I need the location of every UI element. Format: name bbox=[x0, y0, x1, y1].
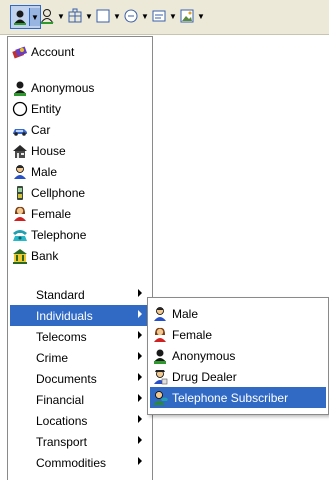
menu-category-commodities[interactable]: Commodities bbox=[10, 452, 150, 473]
building-icon bbox=[66, 7, 84, 25]
menu-item-account[interactable]: Account bbox=[10, 41, 150, 62]
submenu-arrow-icon bbox=[138, 331, 142, 339]
menu-item-label: Cellphone bbox=[31, 185, 86, 200]
menu-item-house[interactable]: House bbox=[10, 140, 150, 161]
menu-category-label: Locations bbox=[36, 413, 88, 428]
menu-item-label: Female bbox=[31, 206, 72, 221]
menu-category-individuals[interactable]: Individuals bbox=[10, 305, 150, 326]
menu-item-label: Entity bbox=[31, 101, 62, 116]
submenu-item-label: Female bbox=[172, 327, 213, 342]
add-rectangle-button[interactable]: ▼ bbox=[94, 5, 122, 27]
menu-item-car[interactable]: Car bbox=[10, 119, 150, 140]
car-icon bbox=[11, 121, 29, 139]
menu-item-label: Male bbox=[31, 164, 58, 179]
menu-item-label: Telephone bbox=[31, 227, 87, 242]
anonymous-person-icon bbox=[11, 79, 29, 97]
telephone-subscriber-icon bbox=[151, 389, 169, 407]
add-person-outline-button[interactable]: ▼ bbox=[38, 5, 66, 27]
submenu-arrow-icon bbox=[138, 373, 142, 381]
menu-item-cellphone[interactable]: Cellphone bbox=[10, 182, 150, 203]
submenu-arrow-icon bbox=[138, 352, 142, 360]
male-person-icon bbox=[151, 305, 169, 323]
cellphone-icon bbox=[11, 184, 29, 202]
submenu-item-male[interactable]: Male bbox=[150, 303, 326, 324]
menu-item-entity[interactable]: Entity bbox=[10, 98, 150, 119]
menu-category-telecoms[interactable]: Telecoms bbox=[10, 326, 150, 347]
account-icon bbox=[11, 43, 29, 61]
drug-dealer-icon bbox=[151, 368, 169, 386]
dropdown-arrow-icon[interactable]: ▼ bbox=[112, 7, 122, 25]
dropdown-arrow-icon[interactable]: ▼ bbox=[84, 7, 94, 25]
menu-category-documents[interactable]: Documents bbox=[10, 368, 150, 389]
submenu-item-label: Anonymous bbox=[172, 348, 236, 363]
individuals-submenu: Male Female Anonymous Drug Dealer Teleph… bbox=[147, 297, 329, 415]
submenu-item-telephone-subscriber[interactable]: Telephone Subscriber bbox=[150, 387, 326, 408]
add-circle-button[interactable]: ▼ bbox=[122, 5, 150, 27]
dropdown-arrow-icon[interactable]: ▼ bbox=[56, 7, 66, 25]
submenu-item-drug-dealer[interactable]: Drug Dealer bbox=[150, 366, 326, 387]
circle-icon bbox=[122, 7, 140, 25]
menu-item-label: Car bbox=[31, 122, 51, 137]
female-person-icon bbox=[151, 326, 169, 344]
menu-item-anonymous[interactable]: Anonymous bbox=[10, 77, 150, 98]
menu-category-standard[interactable]: Standard bbox=[10, 284, 150, 305]
menu-item-label: Bank bbox=[31, 248, 59, 263]
submenu-arrow-icon bbox=[138, 289, 142, 297]
add-image-button[interactable]: ▼ bbox=[178, 5, 206, 27]
menu-category-transport[interactable]: Transport bbox=[10, 431, 150, 452]
add-building-button[interactable]: ▼ bbox=[66, 5, 94, 27]
add-person-dropdown-button[interactable]: ▼ bbox=[10, 5, 41, 29]
menu-category-label: Financial bbox=[36, 392, 85, 407]
anonymous-person-icon bbox=[151, 347, 169, 365]
menu-category-label: Transport bbox=[36, 434, 87, 449]
menu-category-financial[interactable]: Financial bbox=[10, 389, 150, 410]
submenu-item-anonymous[interactable]: Anonymous bbox=[150, 345, 326, 366]
menu-category-label: Individuals bbox=[36, 308, 93, 323]
menu-item-male[interactable]: Male bbox=[10, 161, 150, 182]
menu-item-label: Account bbox=[31, 44, 75, 59]
person-outline-icon bbox=[38, 7, 56, 25]
rectangle-icon bbox=[94, 7, 112, 25]
submenu-item-label: Telephone Subscriber bbox=[172, 390, 289, 405]
person-icon bbox=[11, 8, 29, 26]
menu-category-label: Telecoms bbox=[36, 329, 87, 344]
document-icon bbox=[150, 7, 168, 25]
submenu-arrow-icon bbox=[138, 436, 142, 444]
menu-item-label: House bbox=[31, 143, 66, 158]
bank-icon bbox=[11, 247, 29, 265]
female-person-icon bbox=[11, 205, 29, 223]
menu-item-bank[interactable]: Bank bbox=[10, 245, 150, 266]
dropdown-arrow-icon[interactable]: ▼ bbox=[168, 7, 178, 25]
submenu-arrow-icon bbox=[138, 394, 142, 402]
entity-dropdown-menu: Account Anonymous Entity Car House Male bbox=[7, 36, 153, 480]
entity-circle-icon bbox=[11, 100, 29, 118]
menu-category-locations[interactable]: Locations bbox=[10, 410, 150, 431]
telephone-icon bbox=[11, 226, 29, 244]
menu-item-label: Anonymous bbox=[31, 80, 95, 95]
house-icon bbox=[11, 142, 29, 160]
menu-category-label: Commodities bbox=[36, 455, 107, 470]
submenu-arrow-icon bbox=[138, 310, 142, 318]
image-icon bbox=[178, 7, 196, 25]
dropdown-arrow-icon[interactable]: ▼ bbox=[196, 7, 206, 25]
menu-category-crime[interactable]: Crime bbox=[10, 347, 150, 368]
menu-category-label: Crime bbox=[36, 350, 68, 365]
menu-item-telephone[interactable]: Telephone bbox=[10, 224, 150, 245]
dropdown-arrow-icon[interactable]: ▼ bbox=[140, 7, 150, 25]
submenu-item-label: Drug Dealer bbox=[172, 369, 237, 384]
toolbar: ▼ ▼ ▼ ▼ ▼ ▼ ▼ bbox=[0, 0, 329, 35]
menu-category-label: Documents bbox=[36, 371, 97, 386]
male-person-icon bbox=[11, 163, 29, 181]
submenu-item-female[interactable]: Female bbox=[150, 324, 326, 345]
submenu-item-label: Male bbox=[172, 306, 199, 321]
menu-category-label: Standard bbox=[36, 287, 85, 302]
add-document-button[interactable]: ▼ bbox=[150, 5, 178, 27]
submenu-arrow-icon bbox=[138, 457, 142, 465]
menu-item-female[interactable]: Female bbox=[10, 203, 150, 224]
submenu-arrow-icon bbox=[138, 415, 142, 423]
